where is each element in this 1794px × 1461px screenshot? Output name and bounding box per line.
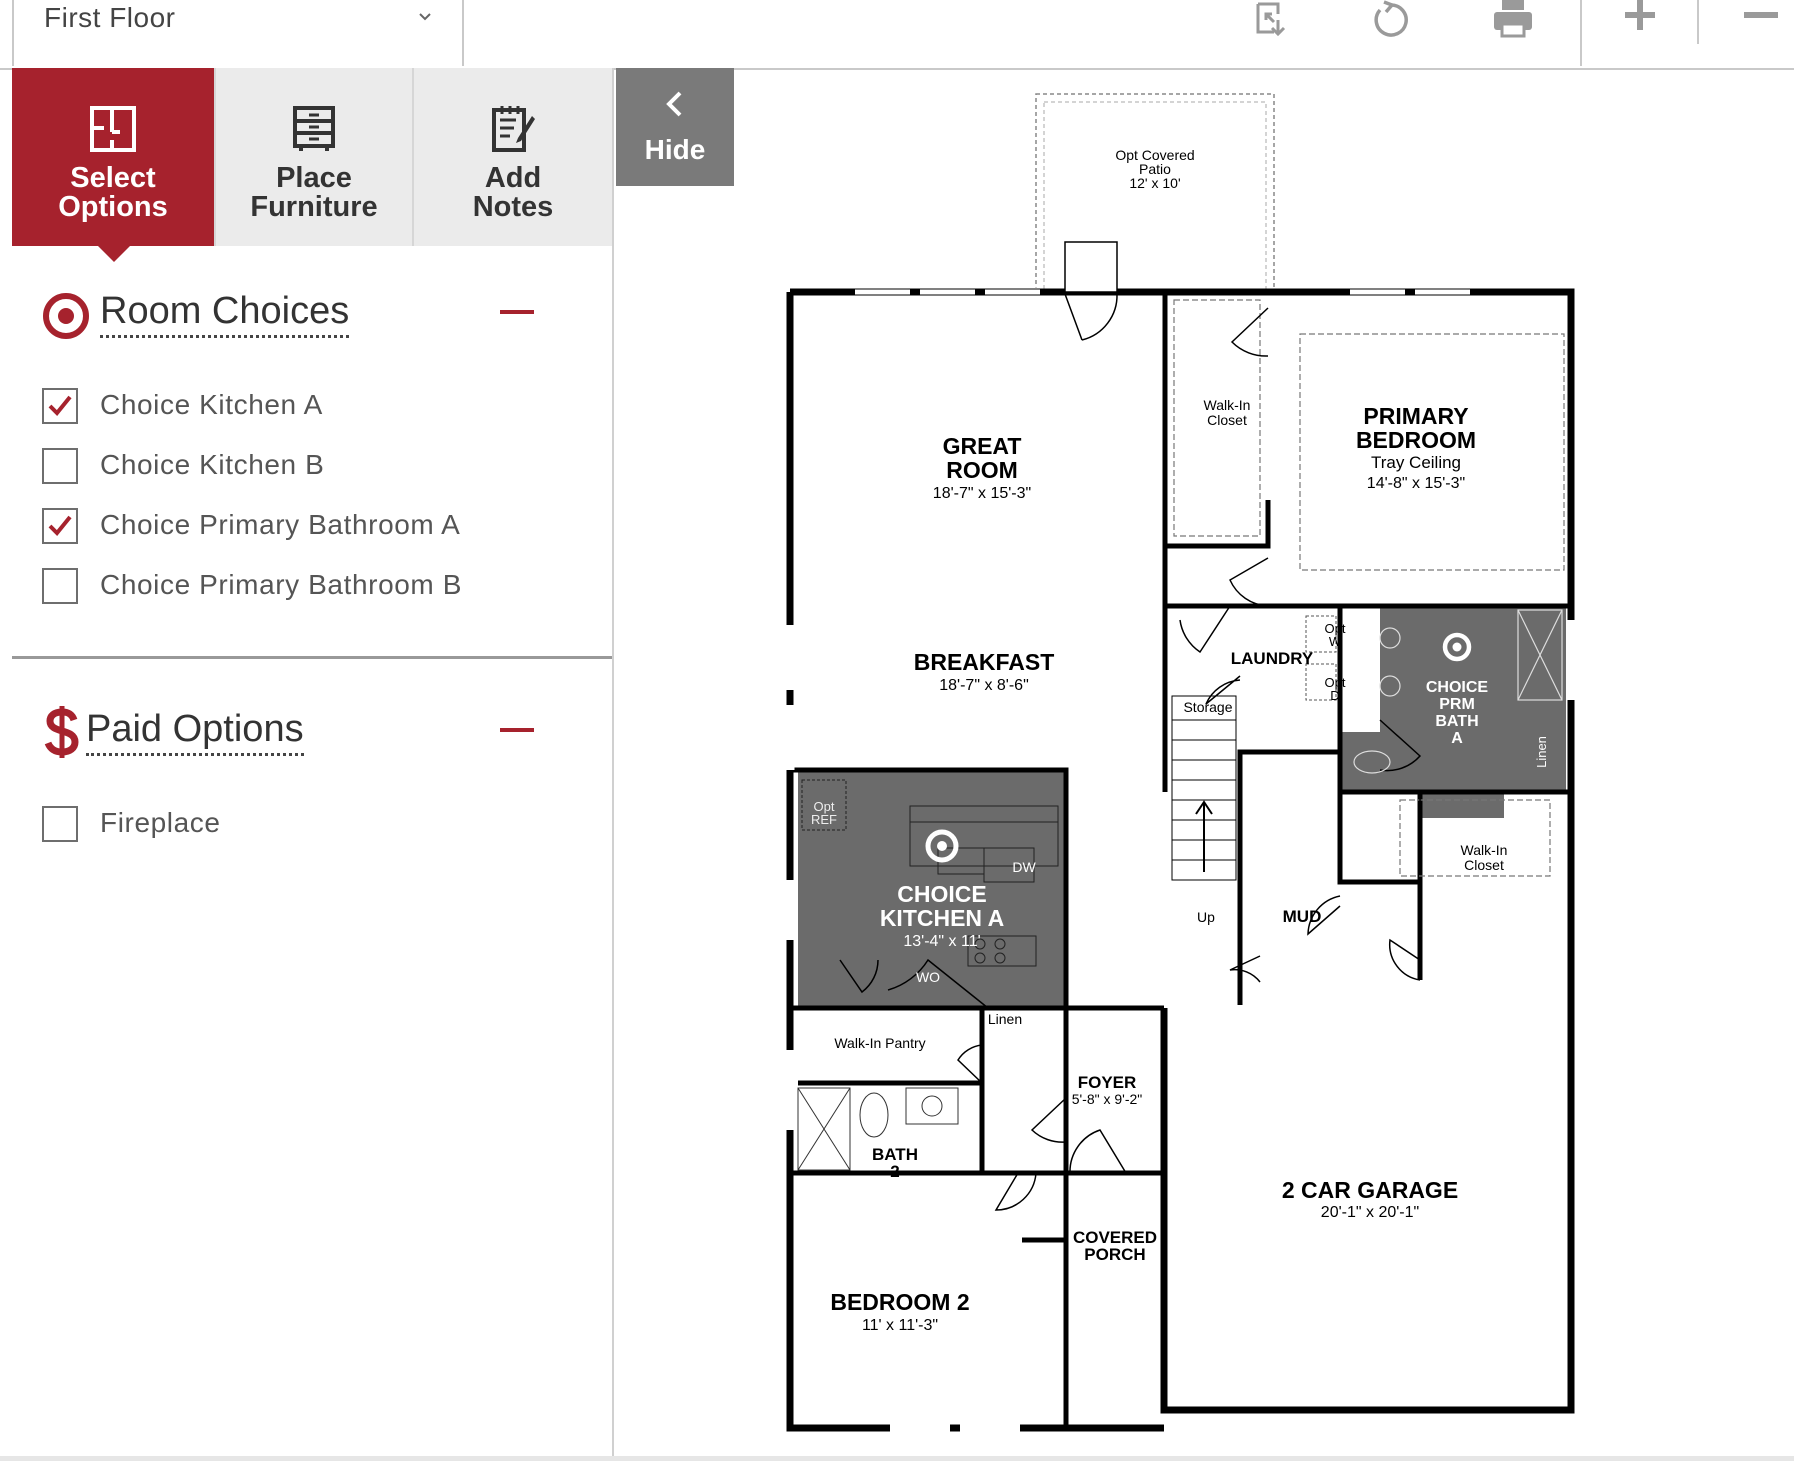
tab-select-options[interactable]: Select Options xyxy=(12,68,216,246)
room-label: CHOICE xyxy=(897,881,986,907)
room-label: PORCH xyxy=(1084,1245,1145,1264)
room-label: 13'-4" x 11' xyxy=(903,933,980,950)
option-label: Choice Kitchen B xyxy=(100,449,325,480)
tab-place-furniture[interactable]: Place Furniture xyxy=(216,68,414,246)
room-label: MUD xyxy=(1283,907,1322,926)
toolbar-separator xyxy=(1580,0,1582,66)
patio-door xyxy=(1064,241,1118,293)
room-label: Closet xyxy=(1207,412,1247,428)
active-tab-indicator xyxy=(98,246,130,262)
notepad-icon xyxy=(492,106,535,152)
room-label: ROOM xyxy=(946,457,1018,483)
reset-icon[interactable] xyxy=(1370,0,1420,40)
target-icon xyxy=(43,293,89,339)
dresser-icon xyxy=(293,106,335,151)
room-label: Linen xyxy=(1534,736,1549,768)
toolbar-separator xyxy=(1697,0,1699,44)
room-label: PRIMARY xyxy=(1363,403,1468,429)
room-label: 18'-7" x 8'-6" xyxy=(939,677,1029,694)
tab-label: Place Furniture xyxy=(250,162,378,223)
zoom-in-icon[interactable] xyxy=(1620,0,1670,40)
room-label: 18'-7" x 15'-3" xyxy=(933,485,1031,502)
room-label: BEDROOM 2 xyxy=(830,1289,969,1315)
dollar-icon xyxy=(44,706,79,758)
option-label: Choice Primary Bathroom A xyxy=(100,509,461,540)
floor-plan[interactable]: Opt Covered Patio 12' x 10' GREAT ROOM 1… xyxy=(760,80,1600,1440)
room-label: WO xyxy=(916,969,940,985)
room-label: FOYER xyxy=(1078,1073,1137,1092)
room-label: Up xyxy=(1197,909,1215,925)
floor-select-value: First Floor xyxy=(44,2,176,33)
room-label: CHOICE xyxy=(1426,679,1489,696)
room-label: Tray Ceiling xyxy=(1371,453,1461,472)
bottom-edge xyxy=(0,1456,1794,1461)
room-label: REF xyxy=(811,812,837,827)
option-label: Choice Primary Bathroom B xyxy=(100,569,463,600)
room-label: 14'-8" x 15'-3" xyxy=(1367,475,1465,492)
checkbox-checked[interactable] xyxy=(42,388,78,424)
room-label: DW xyxy=(1012,859,1036,875)
top-toolbar: First Floor xyxy=(0,0,1794,70)
room-label: A xyxy=(1451,730,1463,747)
room-label: KITCHEN A xyxy=(880,905,1004,931)
room-label: 20'-1" x 20'-1" xyxy=(1321,1204,1419,1221)
door-swing xyxy=(1064,293,1118,341)
room-label: Walk-In Pantry xyxy=(834,1035,925,1051)
checkmark-icon xyxy=(48,515,72,536)
paid-options-title: Paid Options xyxy=(86,708,304,756)
option-label: Fireplace xyxy=(100,807,221,838)
room-label: BATH xyxy=(1435,713,1478,730)
stairs xyxy=(1171,695,1237,881)
room-label: 5'-8" x 9'-2" xyxy=(1072,1091,1143,1107)
room-label: 2 xyxy=(890,1162,899,1181)
checkbox[interactable] xyxy=(42,568,78,604)
room-label: LAUNDRY xyxy=(1231,649,1314,668)
floor-select-dropdown[interactable]: First Floor xyxy=(12,0,464,66)
tab-label: Select Options xyxy=(58,162,168,223)
room-label: 12' x 10' xyxy=(1129,175,1180,191)
checkbox[interactable] xyxy=(42,806,78,842)
collapse-icon[interactable] xyxy=(500,310,534,314)
checkbox-checked[interactable] xyxy=(42,508,78,544)
room-label: D xyxy=(1330,688,1339,703)
options-panel: Select Options Place Furniture Add Notes… xyxy=(12,68,614,1461)
zoom-out-icon[interactable] xyxy=(1740,0,1790,40)
chevron-down-icon xyxy=(418,6,432,27)
hide-panel-button[interactable]: Hide xyxy=(616,68,734,186)
checkmark-icon xyxy=(48,395,72,416)
room-label: 11' x 11'-3" xyxy=(862,1317,938,1334)
tab-add-notes[interactable]: Add Notes xyxy=(414,68,612,246)
print-icon[interactable] xyxy=(1492,0,1542,40)
room-label: Linen xyxy=(988,1011,1022,1027)
room-label: Storage xyxy=(1183,699,1232,715)
room-label: W xyxy=(1329,634,1342,649)
hide-label: Hide xyxy=(644,134,706,165)
option-label: Choice Kitchen A xyxy=(100,389,323,420)
room-label: GREAT xyxy=(943,433,1022,459)
room-label: Walk-In xyxy=(1461,842,1508,858)
room-choices-title: Room Choices xyxy=(100,290,350,338)
floorplan-icon xyxy=(90,106,136,152)
section-divider xyxy=(12,656,612,659)
room-label: BEDROOM xyxy=(1356,427,1476,453)
checkbox[interactable] xyxy=(42,448,78,484)
room-label: 2 CAR GARAGE xyxy=(1282,1177,1458,1203)
room-label: Closet xyxy=(1464,857,1504,873)
collapse-icon[interactable] xyxy=(500,728,534,732)
room-label: Walk-In xyxy=(1204,397,1251,413)
tab-label: Add Notes xyxy=(472,162,554,223)
chevron-left-icon xyxy=(666,91,682,117)
swap-icon[interactable] xyxy=(1252,0,1302,40)
room-label: BREAKFAST xyxy=(914,649,1055,675)
room-label: PRM xyxy=(1439,696,1475,713)
